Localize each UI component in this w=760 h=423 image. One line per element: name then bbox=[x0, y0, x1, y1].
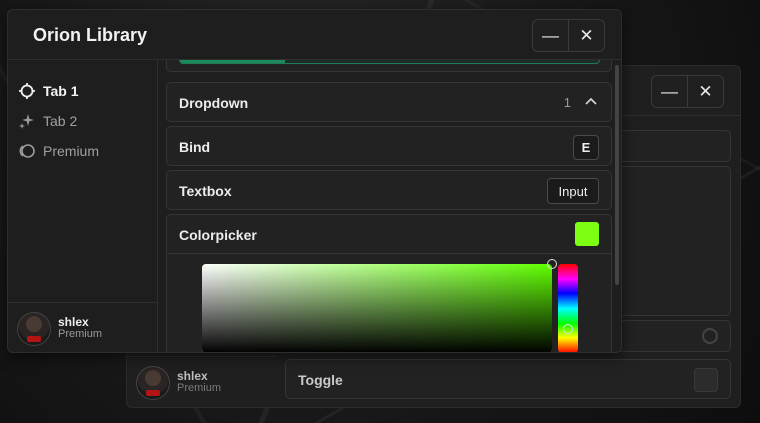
slider-track[interactable] bbox=[179, 60, 600, 64]
chevron-up-icon bbox=[584, 94, 598, 113]
sparkles-icon bbox=[18, 112, 36, 130]
colorpicker-label: Colorpicker bbox=[179, 227, 257, 243]
saturation-value-area[interactable] bbox=[202, 264, 552, 352]
bind-card[interactable]: Bind E bbox=[166, 126, 612, 166]
colorpicker-panel bbox=[167, 253, 611, 352]
slider-fill[interactable] bbox=[180, 60, 285, 63]
window-controls: — ✕ bbox=[532, 19, 605, 52]
dropdown-label: Dropdown bbox=[179, 95, 249, 111]
close-icon: ✕ bbox=[579, 25, 594, 45]
tab-2-label: Tab 2 bbox=[43, 113, 78, 129]
dropdown-card[interactable]: Dropdown 1 bbox=[166, 82, 612, 122]
tab-content: Dropdown 1 Bind E Textbox Input Colorpic… bbox=[166, 60, 614, 352]
colorpicker-card: Colorpicker bbox=[166, 214, 612, 352]
premium-icon bbox=[18, 142, 36, 160]
back-close-button[interactable]: ✕ bbox=[687, 76, 723, 107]
dropdown-value: 1 bbox=[563, 95, 571, 110]
fingerprint-icon bbox=[702, 328, 718, 344]
avatar bbox=[17, 312, 51, 346]
close-icon: ✕ bbox=[698, 81, 713, 101]
bind-label: Bind bbox=[179, 139, 211, 155]
textbox-input[interactable]: Input bbox=[547, 178, 599, 204]
minimize-icon: — bbox=[661, 81, 678, 101]
sidebar: Tab 1 Tab 2 Premium shlex Premium bbox=[8, 60, 158, 352]
tab-premium[interactable]: Premium bbox=[18, 142, 99, 160]
hue-cursor[interactable] bbox=[563, 324, 573, 334]
toggle-label: Toggle bbox=[298, 372, 343, 388]
toggle-checkbox[interactable] bbox=[694, 368, 718, 392]
crosshair-icon bbox=[18, 82, 36, 100]
user-rank: Premium bbox=[58, 328, 103, 340]
minimize-button[interactable]: — bbox=[533, 20, 568, 51]
back-minimize-button[interactable]: — bbox=[652, 76, 687, 107]
sv-black-layer bbox=[202, 264, 552, 352]
window-title: Orion Library bbox=[33, 25, 148, 45]
color-swatch[interactable] bbox=[575, 222, 599, 246]
scrollbar[interactable] bbox=[615, 65, 619, 285]
hue-slider[interactable] bbox=[558, 264, 578, 352]
back-user-name: shlex bbox=[177, 369, 208, 383]
orion-window: Orion Library — ✕ Tab 1 Tab 2 Premium sh… bbox=[7, 9, 622, 353]
minimize-icon: — bbox=[542, 25, 559, 45]
tab-1[interactable]: Tab 1 bbox=[18, 82, 79, 100]
back-window-controls: — ✕ bbox=[651, 75, 724, 108]
back-userbar: shlex Premium bbox=[127, 356, 276, 407]
tab-1-label: Tab 1 bbox=[43, 83, 79, 99]
back-toggle-card[interactable]: Toggle bbox=[285, 359, 731, 399]
tab-2[interactable]: Tab 2 bbox=[18, 112, 77, 130]
bind-key-box[interactable]: E bbox=[573, 135, 599, 160]
textbox-label: Textbox bbox=[179, 183, 232, 199]
textbox-card: Textbox Input bbox=[166, 170, 612, 210]
back-user-rank: Premium bbox=[177, 382, 222, 394]
close-button[interactable]: ✕ bbox=[568, 20, 604, 51]
sv-cursor[interactable] bbox=[547, 259, 557, 269]
user-profile: shlex Premium bbox=[8, 302, 157, 352]
back-avatar bbox=[136, 366, 170, 400]
slider-card bbox=[166, 60, 612, 72]
tab-premium-label: Premium bbox=[43, 143, 100, 159]
user-name: shlex bbox=[58, 315, 89, 329]
